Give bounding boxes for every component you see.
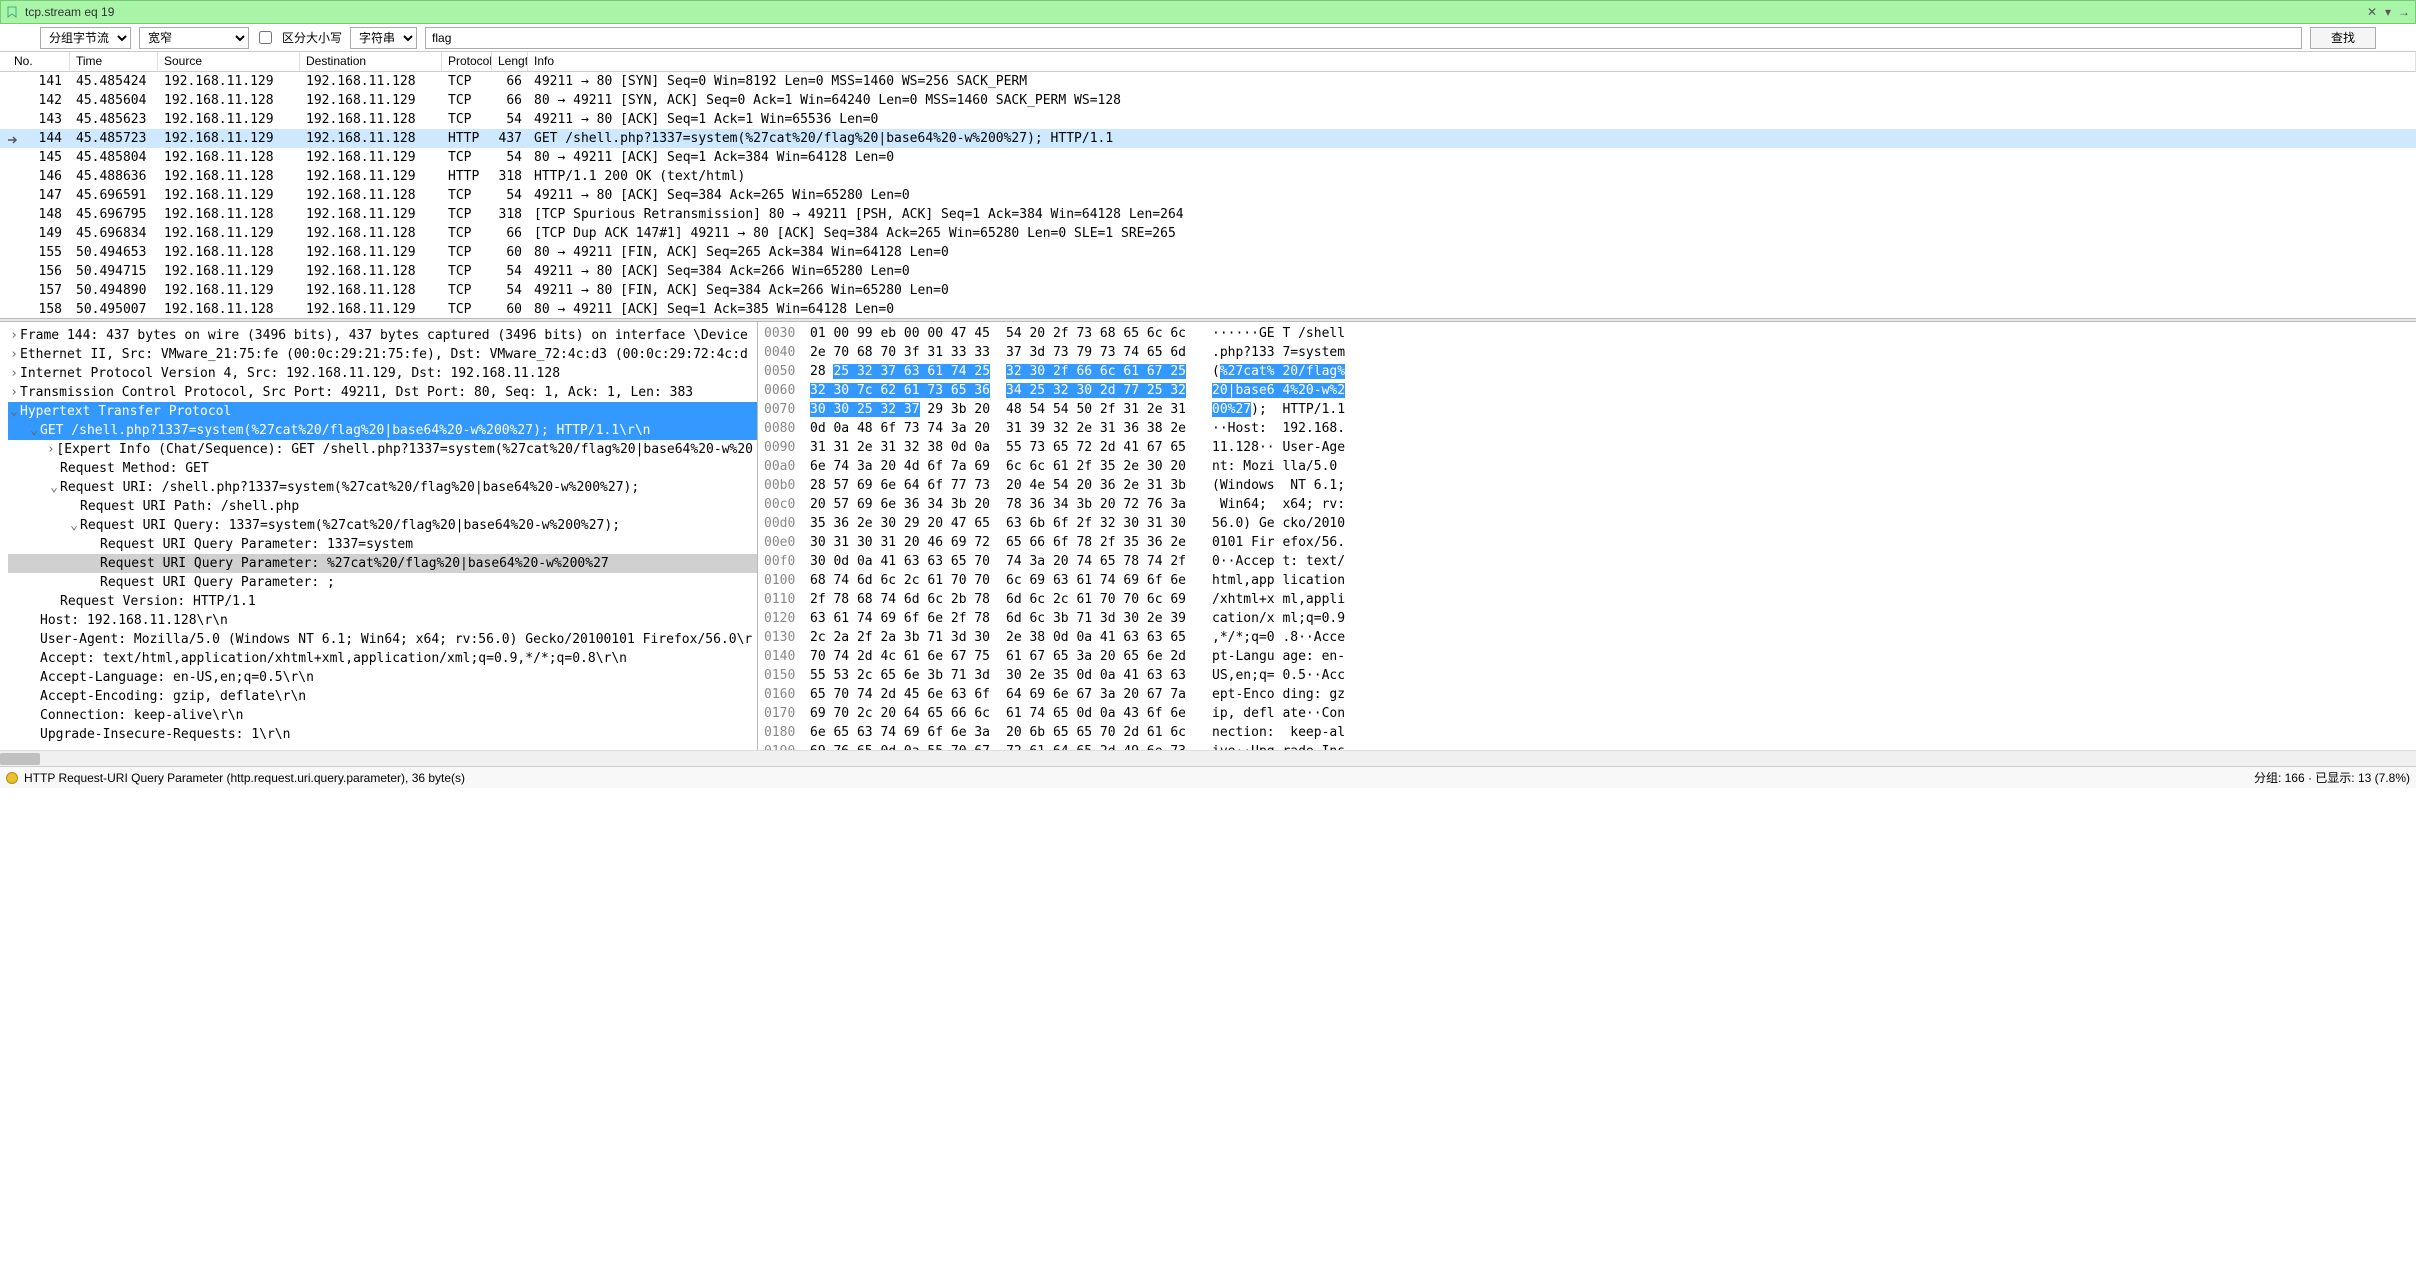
- packet-row[interactable]: 14645.488636192.168.11.128192.168.11.129…: [0, 167, 2416, 186]
- hex-row[interactable]: 015055 53 2c 65 6e 3b 71 3d30 2e 35 0d 0…: [764, 668, 2410, 687]
- packet-row[interactable]: 14545.485804192.168.11.128192.168.11.129…: [0, 148, 2416, 167]
- display-filter-text[interactable]: tcp.stream eq 19: [25, 5, 2359, 19]
- hex-row[interactable]: 017069 70 2c 20 64 65 66 6c61 74 65 0d 0…: [764, 706, 2410, 725]
- col-no[interactable]: No.: [8, 52, 70, 71]
- tree-row[interactable]: ›[Expert Info (Chat/Sequence): GET /shel…: [8, 440, 757, 459]
- col-source[interactable]: Source: [158, 52, 300, 71]
- hex-row[interactable]: 01102f 78 68 74 6d 6c 2b 786d 6c 2c 61 7…: [764, 592, 2410, 611]
- packet-row[interactable]: 14745.696591192.168.11.129192.168.11.128…: [0, 186, 2416, 205]
- tree-row[interactable]: Request URI Query Parameter: ;: [8, 573, 757, 592]
- expand-toggle-icon[interactable]: ›: [8, 328, 20, 343]
- packet-details[interactable]: ›Frame 144: 437 bytes on wire (3496 bits…: [0, 322, 758, 750]
- hex-row[interactable]: 00800d 0a 48 6f 73 74 3a 2031 39 32 2e 3…: [764, 421, 2410, 440]
- hex-row[interactable]: 010068 74 6d 6c 2c 61 70 706c 69 63 61 7…: [764, 573, 2410, 592]
- expand-toggle-icon[interactable]: ›: [8, 366, 20, 381]
- hex-row[interactable]: 00402e 70 68 70 3f 31 33 3337 3d 73 79 7…: [764, 345, 2410, 364]
- expand-toggle-icon[interactable]: ⌄: [68, 518, 80, 533]
- case-sensitive-label: 区分大小写: [282, 29, 342, 46]
- search-type-select[interactable]: 字符串: [350, 27, 417, 49]
- hex-row[interactable]: 01806e 65 63 74 69 6f 6e 3a20 6b 65 65 7…: [764, 725, 2410, 744]
- bookmark-icon[interactable]: [5, 5, 19, 19]
- packet-list-header: No. Time Source Destination Protocol Len…: [0, 52, 2416, 72]
- tree-row[interactable]: Connection: keep-alive\r\n: [8, 706, 757, 725]
- status-left: HTTP Request-URI Query Parameter (http.r…: [24, 771, 2254, 785]
- tree-row[interactable]: Request Method: GET: [8, 459, 757, 478]
- hex-row[interactable]: 00b028 57 69 6e 64 6f 77 7320 4e 54 20 3…: [764, 478, 2410, 497]
- tree-row[interactable]: ⌄GET /shell.php?1337=system(%27cat%20/fl…: [8, 421, 757, 440]
- tree-row[interactable]: ›Ethernet II, Src: VMware_21:75:fe (00:0…: [8, 345, 757, 364]
- tree-row[interactable]: ›Transmission Control Protocol, Src Port…: [8, 383, 757, 402]
- hex-row[interactable]: 003001 00 99 eb 00 00 47 4554 20 2f 73 6…: [764, 326, 2410, 345]
- search-input[interactable]: [425, 27, 2302, 49]
- clear-filter-icon[interactable]: ✕: [2365, 5, 2379, 19]
- packet-row[interactable]: 14845.696795192.168.11.128192.168.11.129…: [0, 205, 2416, 224]
- col-protocol[interactable]: Protocol: [442, 52, 492, 71]
- hex-row[interactable]: 014070 74 2d 4c 61 6e 67 7561 67 65 3a 2…: [764, 649, 2410, 668]
- packet-row[interactable]: 15650.494715192.168.11.129192.168.11.128…: [0, 262, 2416, 281]
- expand-toggle-icon[interactable]: ⌄: [48, 480, 60, 495]
- packet-row[interactable]: 14945.696834192.168.11.129192.168.11.128…: [0, 224, 2416, 243]
- status-bar: HTTP Request-URI Query Parameter (http.r…: [0, 766, 2416, 788]
- hex-row[interactable]: 00f030 0d 0a 41 63 63 65 7074 3a 20 74 6…: [764, 554, 2410, 573]
- expand-toggle-icon[interactable]: ⌄: [8, 404, 20, 419]
- expand-toggle-icon[interactable]: ›: [45, 442, 56, 457]
- expand-toggle-icon[interactable]: ›: [8, 385, 20, 400]
- packet-row[interactable]: 14245.485604192.168.11.128192.168.11.129…: [0, 91, 2416, 110]
- packet-row[interactable]: 14145.485424192.168.11.129192.168.11.128…: [0, 72, 2416, 91]
- tree-row[interactable]: ⌄Request URI Query: 1337=system(%27cat%2…: [8, 516, 757, 535]
- tree-row[interactable]: User-Agent: Mozilla/5.0 (Windows NT 6.1;…: [8, 630, 757, 649]
- tree-row[interactable]: Request URI Query Parameter: %27cat%20/f…: [8, 554, 757, 573]
- hex-row[interactable]: 01302c 2a 2f 2a 3b 71 3d 302e 38 0d 0a 4…: [764, 630, 2410, 649]
- tree-row[interactable]: Request URI Query Parameter: 1337=system: [8, 535, 757, 554]
- packet-row[interactable]: 14445.485723192.168.11.129192.168.11.128…: [0, 129, 2416, 148]
- col-destination[interactable]: Destination: [300, 52, 442, 71]
- packet-row[interactable]: 15850.495007192.168.11.128192.168.11.129…: [0, 300, 2416, 318]
- packet-bytes[interactable]: 003001 00 99 eb 00 00 47 4554 20 2f 73 6…: [758, 322, 2416, 750]
- hex-row[interactable]: 005028 25 32 37 63 61 74 2532 30 2f 66 6…: [764, 364, 2410, 383]
- packet-row[interactable]: 14345.485623192.168.11.129192.168.11.128…: [0, 110, 2416, 129]
- bottom-panes: ›Frame 144: 437 bytes on wire (3496 bits…: [0, 322, 2416, 750]
- tree-row[interactable]: ›Internet Protocol Version 4, Src: 192.1…: [8, 364, 757, 383]
- status-right: 分组: 166 · 已显示: 13 (7.8%): [2254, 769, 2410, 786]
- tree-row[interactable]: ›Frame 144: 437 bytes on wire (3496 bits…: [8, 326, 757, 345]
- packet-list[interactable]: 14145.485424192.168.11.129192.168.11.128…: [0, 72, 2416, 318]
- display-filter-bar[interactable]: tcp.stream eq 19 ✕ ▾ →: [0, 0, 2416, 24]
- hex-row[interactable]: 009031 31 2e 31 32 38 0d 0a55 73 65 72 2…: [764, 440, 2410, 459]
- hex-row[interactable]: 00c020 57 69 6e 36 34 3b 2078 36 34 3b 2…: [764, 497, 2410, 516]
- hex-row[interactable]: 007030 30 25 32 37 29 3b 2048 54 54 50 2…: [764, 402, 2410, 421]
- tree-row[interactable]: Upgrade-Insecure-Requests: 1\r\n: [8, 725, 757, 744]
- tree-row[interactable]: Request URI Path: /shell.php: [8, 497, 757, 516]
- hex-row[interactable]: 012063 61 74 69 6f 6e 2f 786d 6c 3b 71 3…: [764, 611, 2410, 630]
- tree-row[interactable]: Host: 192.168.11.128\r\n: [8, 611, 757, 630]
- tree-row[interactable]: ⌄Hypertext Transfer Protocol: [8, 402, 757, 421]
- charset-select[interactable]: 宽窄: [139, 27, 249, 49]
- find-button[interactable]: 查找: [2310, 27, 2376, 49]
- expert-info-icon[interactable]: [6, 772, 18, 784]
- case-sensitive-checkbox[interactable]: [259, 31, 272, 44]
- details-scrollbar[interactable]: [0, 750, 2416, 766]
- hex-row[interactable]: 006032 30 7c 62 61 73 65 3634 25 32 30 2…: [764, 383, 2410, 402]
- hex-row[interactable]: 016065 70 74 2d 45 6e 63 6f64 69 6e 67 3…: [764, 687, 2410, 706]
- packet-row[interactable]: 15750.494890192.168.11.129192.168.11.128…: [0, 281, 2416, 300]
- filter-dropdown-icon[interactable]: ▾: [2381, 5, 2395, 19]
- packet-row[interactable]: 15550.494653192.168.11.128192.168.11.129…: [0, 243, 2416, 262]
- col-length[interactable]: Length: [492, 52, 528, 71]
- hex-row[interactable]: 00e030 31 30 31 20 46 69 7265 66 6f 78 2…: [764, 535, 2410, 554]
- tree-row[interactable]: Accept-Encoding: gzip, deflate\r\n: [8, 687, 757, 706]
- tree-row[interactable]: Accept-Language: en-US,en;q=0.5\r\n: [8, 668, 757, 687]
- col-info[interactable]: Info: [528, 52, 2416, 71]
- tree-row[interactable]: Accept: text/html,application/xhtml+xml,…: [8, 649, 757, 668]
- tree-row[interactable]: ⌄Request URI: /shell.php?1337=system(%27…: [8, 478, 757, 497]
- tree-row[interactable]: Request Version: HTTP/1.1: [8, 592, 757, 611]
- hex-row[interactable]: 00d035 36 2e 30 29 20 47 6563 6b 6f 2f 3…: [764, 516, 2410, 535]
- hex-row[interactable]: 00a06e 74 3a 20 4d 6f 7a 696c 6c 61 2f 3…: [764, 459, 2410, 478]
- expand-toggle-icon[interactable]: ›: [8, 347, 20, 362]
- col-time[interactable]: Time: [70, 52, 158, 71]
- apply-filter-icon[interactable]: →: [2397, 5, 2411, 19]
- find-toolbar: 分组字节流 宽窄 区分大小写 字符串 查找: [0, 24, 2416, 52]
- search-in-select[interactable]: 分组字节流: [40, 27, 131, 49]
- expand-toggle-icon[interactable]: ⌄: [28, 423, 40, 438]
